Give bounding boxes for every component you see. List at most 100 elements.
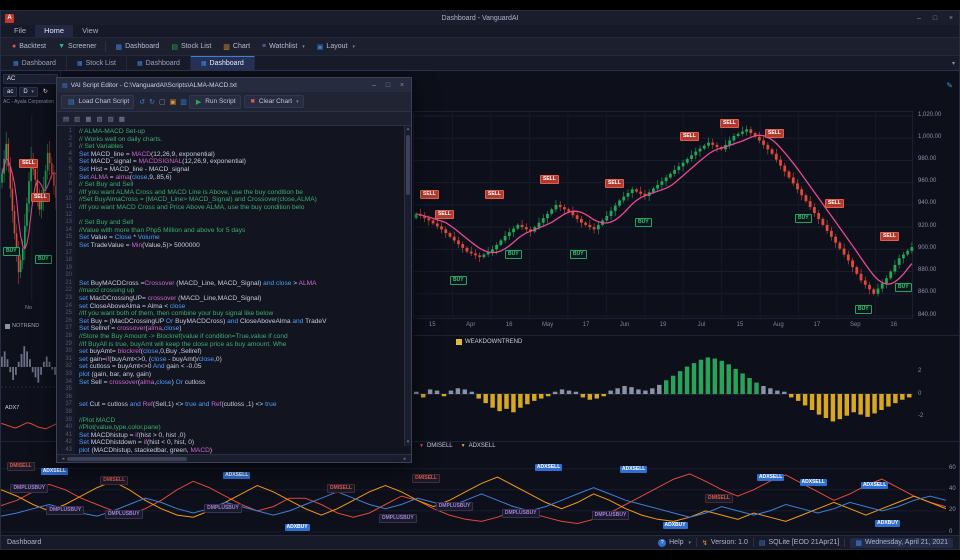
stock-list-button[interactable]: ▤Stock List bbox=[165, 41, 217, 53]
minimize-button[interactable]: – bbox=[911, 12, 927, 25]
new-file-icon[interactable]: ▢ bbox=[159, 98, 166, 106]
close-button[interactable]: × bbox=[943, 12, 959, 25]
signal-badge-buy: BUY bbox=[450, 276, 467, 285]
edit-tool-icon[interactable]: ▩ bbox=[119, 115, 125, 123]
script-editor-titlebar[interactable]: ▤ VAI Script Editor - C:\VanguardAI\Scri… bbox=[57, 78, 411, 92]
indicator-badge-adxsell: ADXSELL bbox=[620, 466, 647, 473]
menu-bar: File Home View bbox=[1, 25, 959, 38]
edit-tool-icon[interactable]: ▨ bbox=[108, 115, 114, 123]
symbol-input[interactable]: AC bbox=[3, 74, 58, 84]
backtest-button[interactable]: ●Backtest bbox=[6, 41, 52, 52]
signal-badge-sell: SELL bbox=[19, 159, 38, 168]
dashboard-button[interactable]: ▦Dashboard bbox=[109, 41, 165, 53]
screen: A Dashboard - VanguardAI – □ × File Home… bbox=[0, 0, 960, 560]
indicator-badge-dmplusbuy: DMPLUSBUY bbox=[204, 504, 242, 513]
redo-icon[interactable]: ↻ bbox=[149, 98, 155, 106]
edit-tool-icon[interactable]: ▥ bbox=[74, 115, 80, 123]
run-script-button[interactable]: ▶Run Script bbox=[189, 95, 241, 109]
chart-icon: ▥ bbox=[223, 43, 230, 51]
price-chart[interactable]: SELLSELLBUYSELLBUYSELLBUYSELLBUYSELLSELL… bbox=[413, 111, 913, 319]
titlebar[interactable]: A Dashboard - VanguardAI – □ × bbox=[1, 11, 959, 25]
menu-home[interactable]: Home bbox=[35, 24, 73, 37]
database-status[interactable]: ▤SQLite [EOD 21Apr21] bbox=[759, 539, 839, 547]
timeframe-select[interactable]: D ▾ bbox=[19, 87, 38, 97]
symbol-short-box[interactable]: ac bbox=[3, 87, 17, 97]
toolbar-separator bbox=[105, 41, 106, 52]
script-editor-window[interactable]: ▤ VAI Script Editor - C:\VanguardAI\Scri… bbox=[56, 77, 412, 463]
help-menu[interactable]: ?Help▾ bbox=[658, 539, 691, 547]
date-display[interactable]: ▦Wednesday, April 21, 2021 bbox=[850, 538, 953, 548]
editor-minimize-button[interactable]: – bbox=[367, 82, 381, 89]
indicator-badge-adxsell: ADXSELL bbox=[757, 474, 784, 481]
help-icon: ? bbox=[658, 539, 666, 547]
mini-price-chart[interactable] bbox=[1, 115, 57, 306]
edit-tool-icon[interactable]: ▧ bbox=[96, 115, 102, 123]
menu-file[interactable]: File bbox=[5, 24, 35, 37]
menu-view[interactable]: View bbox=[73, 24, 107, 37]
chevron-down-icon: ▾ bbox=[352, 44, 355, 50]
load-chart-script-button[interactable]: ▤Load Chart Script bbox=[61, 95, 134, 109]
refresh-icon[interactable]: ↻ bbox=[40, 87, 51, 97]
run-icon: ▶ bbox=[196, 98, 201, 106]
tab-dashboard-1[interactable]: ▦Dashboard bbox=[3, 56, 67, 70]
signal-badge-buy: BUY bbox=[505, 250, 522, 259]
mini-hist-chart[interactable] bbox=[1, 335, 57, 404]
signal-badge-sell: SELL bbox=[420, 190, 439, 199]
code-area[interactable]: 1234567891011121314151617181920212223242… bbox=[57, 126, 411, 454]
indicator-badge-adxsell: ADXSELL bbox=[535, 464, 562, 471]
clear-chart-button[interactable]: ■Clear Chart▾ bbox=[244, 95, 304, 108]
scrollbar-thumb[interactable] bbox=[406, 135, 410, 195]
indicator-badge-dmplusbuy: DMPLUSBUY bbox=[592, 511, 630, 520]
macd-hist-axis: 20-2 bbox=[914, 350, 959, 438]
indicator-badge-dmplusbuy: DMPLUSBUY bbox=[10, 484, 48, 493]
maximize-button[interactable]: □ bbox=[927, 12, 943, 25]
tab-dashboard-2[interactable]: ▦Dashboard bbox=[127, 56, 191, 70]
trend-legend: WEAKDOWNTREND bbox=[456, 339, 522, 345]
script-editor-title: VAI Script Editor - C:\VanguardAI\Script… bbox=[71, 82, 367, 89]
signal-badge-sell: SELL bbox=[540, 175, 559, 184]
notrend-badge: NOTREND bbox=[5, 323, 39, 329]
layout-icon: ▣ bbox=[317, 43, 324, 51]
mini-adx-chart[interactable] bbox=[1, 415, 57, 441]
editor-vertical-scrollbar[interactable]: ▴ ▾ bbox=[404, 126, 411, 446]
calendar-icon: ▦ bbox=[855, 539, 862, 547]
open-folder-icon[interactable]: ▣ bbox=[170, 98, 177, 106]
undo-icon[interactable]: ↺ bbox=[139, 98, 145, 106]
database-icon: ▤ bbox=[759, 539, 766, 547]
editor-maximize-button[interactable]: □ bbox=[381, 82, 395, 89]
tab-overflow-caret[interactable]: ▾ bbox=[952, 60, 955, 67]
tab-icon: ▦ bbox=[77, 60, 83, 67]
dmi-legend: ▼DMISELL ▼ADXSELL bbox=[419, 443, 496, 449]
tab-stock-list[interactable]: ▦Stock List bbox=[67, 56, 127, 70]
editor-horizontal-scrollbar[interactable]: ◂ ▸ bbox=[57, 454, 411, 462]
chart-button[interactable]: ▥Chart bbox=[217, 41, 256, 53]
scroll-up-icon[interactable]: ▴ bbox=[407, 126, 410, 133]
dmi-adx-chart[interactable]: DMISELL DMPLUSBUY ADXSELL DMPLUSBUY DMISELL D… bbox=[1, 454, 946, 534]
editor-close-button[interactable]: × bbox=[395, 82, 409, 89]
layout-button[interactable]: ▣Layout▾ bbox=[311, 41, 361, 53]
indicator-badge-dmisell: DMISELL bbox=[705, 494, 733, 503]
indicator-badge-adxbuy: ADXBUY bbox=[285, 524, 310, 531]
tab-dashboard-3[interactable]: ▦Dashboard bbox=[191, 56, 255, 70]
edit-dashboard-icon[interactable]: ✎ bbox=[946, 81, 953, 90]
scroll-down-icon[interactable]: ▾ bbox=[407, 439, 410, 446]
edit-tool-icon[interactable]: ▦ bbox=[85, 115, 91, 123]
indicator-badge-adxbuy: ADXBUY bbox=[875, 520, 900, 527]
indicator-badge-dmisell: DMISELL bbox=[100, 476, 128, 485]
scroll-right-icon[interactable]: ▸ bbox=[401, 456, 409, 462]
macd-hist-chart[interactable] bbox=[413, 350, 913, 438]
screener-button[interactable]: ▼Screener bbox=[52, 41, 102, 52]
save-icon[interactable]: ▥ bbox=[180, 98, 187, 106]
dashboard-content: AC ac D ▾ ↻ AC - Ayala Corporation No NO… bbox=[1, 71, 959, 535]
scrollbar-thumb[interactable] bbox=[67, 457, 187, 461]
backtest-icon: ● bbox=[12, 43, 16, 50]
chevron-down-icon: ▾ bbox=[296, 99, 299, 105]
signal-badge-buy: BUY bbox=[635, 218, 652, 227]
document-tabbar: ▦Dashboard ▦Stock List ▦Dashboard ▦Dashb… bbox=[1, 56, 959, 71]
sidebar-mini-charts: AC ac D ▾ ↻ AC - Ayala Corporation No NO… bbox=[1, 71, 61, 441]
code-text[interactable]: // ALMA-MACD Set-up// Works well on dail… bbox=[75, 126, 411, 454]
indicator-badge-dmisell: DMISELL bbox=[412, 474, 440, 483]
watchlist-button[interactable]: ≡Watchlist▾ bbox=[256, 41, 311, 52]
scroll-left-icon[interactable]: ◂ bbox=[59, 456, 67, 462]
edit-tool-icon[interactable]: ▤ bbox=[63, 115, 69, 123]
